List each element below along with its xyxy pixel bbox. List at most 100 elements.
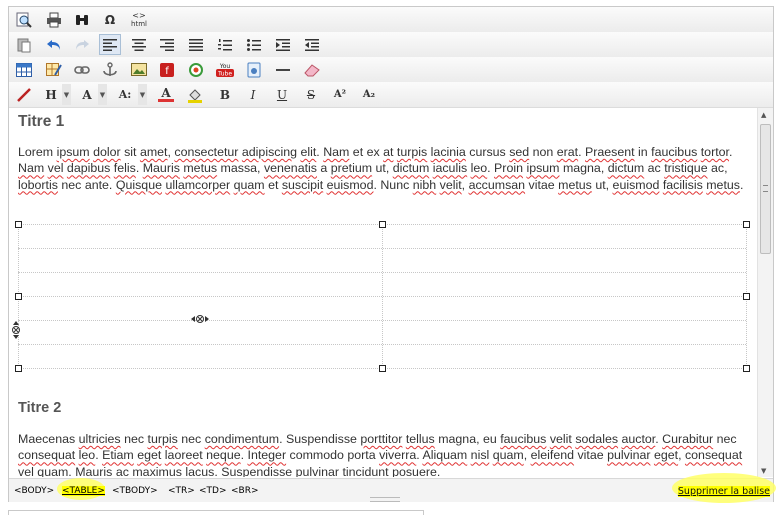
table-properties-button[interactable] (43, 59, 65, 80)
strikethrough-label: S (306, 87, 316, 102)
horizontal-line-icon (276, 68, 290, 72)
html-source-button[interactable]: <> html (128, 9, 150, 30)
crumb-body[interactable]: <BODY> (14, 486, 54, 496)
insert-document-button[interactable] (243, 59, 265, 80)
misspelled-word: nisl (470, 448, 490, 463)
misspelled-word: Mauris (142, 161, 180, 176)
align-left-icon (103, 38, 117, 51)
superscript-button[interactable]: A² (329, 84, 351, 105)
document-icon (247, 62, 261, 78)
font-color-button[interactable]: A (155, 84, 177, 105)
insert-youtube-button[interactable]: You Tube (214, 59, 236, 80)
misspelled-word: tellus (405, 432, 435, 446)
misspelled-word: quam (37, 464, 69, 477)
background-color-button[interactable] (184, 84, 206, 105)
scroll-down-arrow-icon[interactable]: ▼ (761, 467, 766, 475)
undo-button[interactable] (43, 34, 65, 55)
bold-button[interactable]: B (214, 84, 236, 105)
style-brush-button[interactable] (13, 84, 35, 105)
horizontal-rule-button[interactable] (272, 59, 294, 80)
misspelled-word: turpis (396, 145, 428, 159)
resize-handle[interactable] (743, 365, 750, 372)
paste-button[interactable] (13, 34, 35, 55)
misspelled-word: vel (47, 161, 64, 176)
column-resize-grip-icon[interactable] (190, 311, 210, 329)
align-justify-icon (189, 38, 203, 51)
indent-button[interactable] (272, 34, 294, 55)
misspelled-word: neque (206, 448, 241, 463)
misspelled-word: velit (549, 432, 572, 446)
misspelled-word: pulvinar (295, 464, 340, 477)
font-family-select[interactable]: A (77, 84, 97, 105)
misspelled-word: lacinia (430, 145, 466, 159)
insert-anchor-button[interactable] (99, 59, 121, 80)
resize-handle[interactable] (743, 293, 750, 300)
scrollbar-thumb[interactable] (760, 124, 771, 254)
align-right-button[interactable] (156, 34, 178, 55)
special-characters-button[interactable]: Ω (99, 9, 121, 30)
crumb-td[interactable]: <TD> (199, 486, 227, 496)
crumb-tbody[interactable]: <TBODY> (112, 486, 158, 496)
insert-image-button[interactable] (128, 59, 150, 80)
search-button[interactable] (71, 9, 93, 30)
editor-resize-grip[interactable] (370, 497, 400, 502)
italic-button[interactable]: I (242, 84, 264, 105)
redo-button[interactable] (71, 34, 93, 55)
scroll-up-arrow-icon[interactable]: ▲ (761, 111, 766, 119)
misspelled-word: consequat (18, 448, 76, 463)
magnifier-icon (16, 12, 32, 28)
misspelled-word: viverra (379, 448, 417, 463)
omega-icon: Ω (104, 12, 116, 27)
resize-handle[interactable] (379, 221, 386, 228)
heading-dropdown-caret[interactable]: ▼ (62, 84, 71, 105)
ordered-list-button[interactable] (214, 34, 236, 55)
font-family-dropdown-caret[interactable]: ▼ (98, 84, 107, 105)
crumb-br[interactable]: <BR> (231, 486, 259, 496)
selected-table[interactable] (12, 221, 750, 372)
crumb-table[interactable]: <TABLE> (62, 486, 105, 496)
remove-format-button[interactable] (301, 59, 323, 80)
subscript-button[interactable]: A₂ (358, 84, 380, 105)
misspelled-word: dapibus (66, 161, 111, 176)
heading-select[interactable]: H (41, 84, 61, 105)
vertical-scrollbar[interactable]: ▲ ▼ (757, 108, 773, 477)
insert-media-button[interactable] (185, 59, 207, 80)
outdent-icon (305, 38, 319, 51)
font-size-label: A: (118, 88, 132, 101)
misspelled-word: faucibus (500, 432, 547, 446)
misspelled-word: ultricies (78, 432, 121, 446)
find-replace-button[interactable] (13, 9, 35, 30)
resize-handle[interactable] (15, 293, 22, 300)
resize-handle[interactable] (15, 221, 22, 228)
misspelled-word: euismod (612, 177, 660, 192)
font-size-select[interactable]: A: (113, 84, 137, 105)
toolbar-row-4: H ▼ A ▼ A: ▼ A B I U S A² A₂ (9, 82, 773, 108)
remove-tag-link[interactable]: Supprimer la balise (677, 486, 770, 497)
resize-handle[interactable] (379, 365, 386, 372)
misspelled-word: leo (470, 161, 488, 176)
crumb-tr[interactable]: <TR> (168, 486, 195, 496)
misspelled-word: pretium (330, 161, 373, 176)
bullet-list-button[interactable] (243, 34, 265, 55)
font-size-dropdown-caret[interactable]: ▼ (138, 84, 147, 105)
insert-link-button[interactable] (71, 59, 93, 80)
justify-button[interactable] (185, 34, 207, 55)
print-button[interactable] (43, 9, 65, 30)
insert-flash-button[interactable]: f (156, 59, 178, 80)
insert-table-button[interactable] (13, 59, 35, 80)
outdent-button[interactable] (301, 34, 323, 55)
paint-bucket-icon (187, 87, 203, 103)
strikethrough-button[interactable]: S (300, 84, 322, 105)
resize-handle[interactable] (743, 221, 750, 228)
misspelled-word: velit (439, 177, 462, 192)
underline-button[interactable]: U (271, 84, 293, 105)
align-center-button[interactable] (128, 34, 150, 55)
printer-icon (46, 12, 62, 28)
heading-titre-2: Titre 2 (18, 400, 62, 416)
toolbar-row-1: Ω <> html (9, 7, 773, 33)
resize-handle[interactable] (15, 365, 22, 372)
row-resize-grip-icon[interactable] (11, 320, 21, 345)
editor-content-area[interactable]: Titre 1 Lorem ipsum dolor sit amet, cons… (9, 108, 757, 477)
align-left-button[interactable] (99, 34, 121, 55)
table-edit-icon (46, 62, 62, 77)
